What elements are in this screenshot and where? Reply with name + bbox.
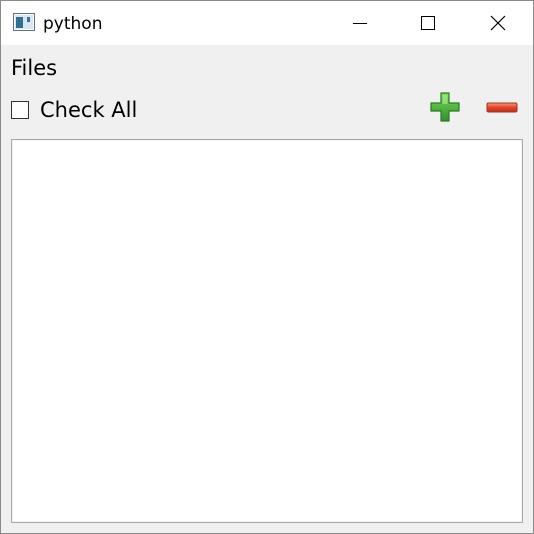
check-all-checkbox[interactable]: Check All [11, 97, 137, 123]
file-list[interactable] [11, 139, 523, 523]
add-file-button[interactable] [428, 92, 462, 126]
checkbox-box[interactable] [11, 101, 29, 119]
minimize-button[interactable] [325, 1, 395, 45]
minimize-icon [352, 15, 368, 31]
maximize-button[interactable] [393, 1, 463, 45]
close-icon [490, 15, 506, 31]
files-heading: Files [11, 56, 58, 80]
title-bar[interactable]: python [1, 1, 533, 45]
app-window: python Files Check All [0, 0, 534, 534]
close-button[interactable] [463, 1, 533, 45]
minus-icon [486, 100, 518, 119]
maximize-icon [420, 15, 436, 31]
check-all-label: Check All [40, 98, 138, 122]
python-window-icon [13, 13, 35, 31]
remove-file-button[interactable] [485, 92, 519, 126]
window-title: python [43, 14, 103, 34]
plus-icon [429, 91, 461, 127]
